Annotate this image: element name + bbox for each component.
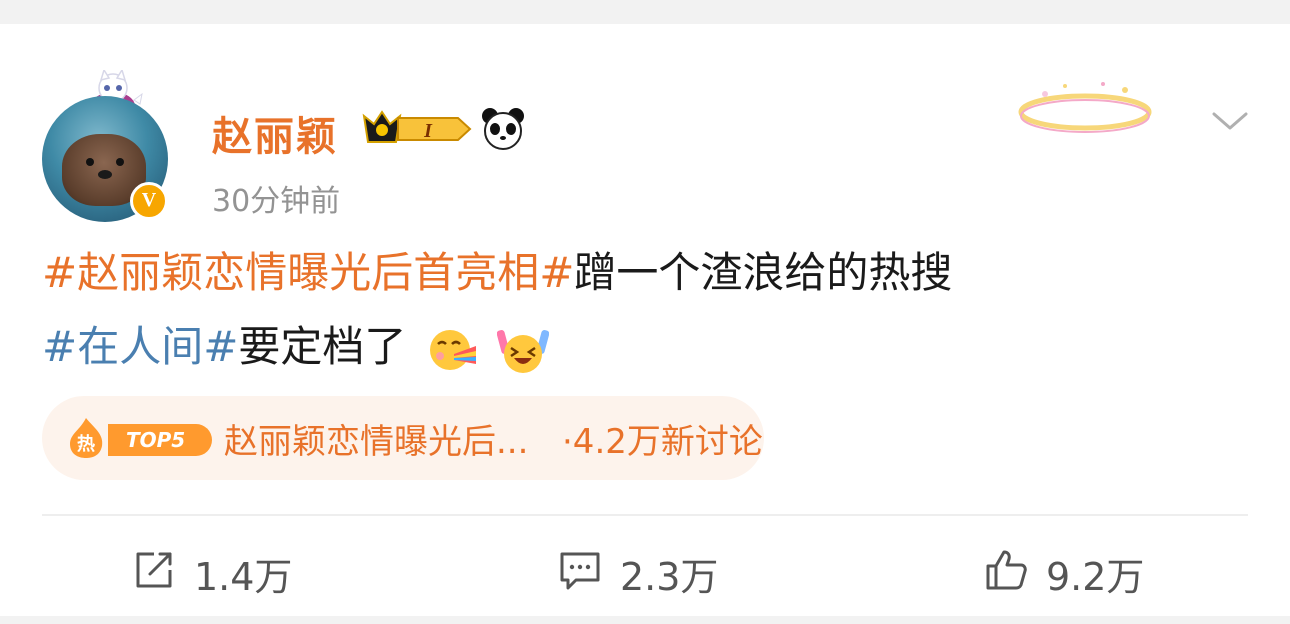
repost-icon: [136, 552, 172, 588]
rank-badge: TOP5: [108, 424, 212, 456]
post-content: #赵丽颖恋情曝光后首亮相#蹭一个渣浪给的热搜 #在人间#要定档了: [42, 236, 1242, 384]
thumbs-up-icon: [986, 550, 1027, 590]
post-timestamp: 30分钟前: [212, 184, 341, 219]
avatar-nose: [98, 170, 112, 179]
avatar-group[interactable]: V: [40, 70, 180, 222]
comment-count: 2.3万: [620, 555, 719, 599]
rainbow-vomit-emoji-icon: [429, 329, 476, 370]
hot-search-discussion: ·4.2万新讨论: [562, 422, 763, 462]
hashtag-link[interactable]: #在人间#: [42, 322, 238, 371]
author-name[interactable]: 赵丽颖: [212, 104, 338, 162]
hot-search-title: 赵丽颖恋情曝光后...: [224, 422, 529, 462]
divider: [42, 514, 1248, 516]
flame-icon: 热: [70, 418, 103, 458]
panda-icon: [482, 108, 524, 150]
member-level-text: I: [423, 120, 433, 142]
verified-v-icon: V: [130, 182, 168, 220]
hot-char: 热: [77, 433, 95, 455]
avatar-eye: [86, 158, 94, 166]
weibo-post-card: V 赵丽颖 I 30分钟前 #赵丽颖恋情曝光后首亮相#蹭一个渣浪给的热搜 #在人…: [0, 24, 1290, 616]
comment-icon: [560, 552, 600, 590]
repost-button[interactable]: 1.4万: [132, 542, 332, 599]
cheering-emoji-icon: [497, 329, 550, 373]
comment-button[interactable]: 2.3万: [558, 542, 758, 599]
content-line-1: #赵丽颖恋情曝光后首亮相#蹭一个渣浪给的热搜: [42, 236, 1242, 310]
hashtag-link[interactable]: #赵丽颖恋情曝光后首亮相#: [42, 248, 574, 297]
chevron-down-icon[interactable]: [1208, 106, 1252, 136]
decorative-halo-icon: [1018, 82, 1152, 133]
content-text: 蹭一个渣浪给的热搜: [574, 248, 953, 297]
repost-count: 1.4万: [194, 555, 293, 599]
content-text: 要定档了: [238, 322, 407, 371]
hot-search-pill[interactable]: 热 TOP5 赵丽颖恋情曝光后... ·4.2万新讨论: [42, 396, 764, 480]
crown-member-badge-icon[interactable]: I: [360, 108, 472, 150]
like-button[interactable]: 9.2万: [984, 542, 1184, 599]
like-count: 9.2万: [1046, 555, 1145, 599]
avatar-eye: [116, 158, 124, 166]
content-line-2: #在人间#要定档了: [42, 310, 1242, 384]
